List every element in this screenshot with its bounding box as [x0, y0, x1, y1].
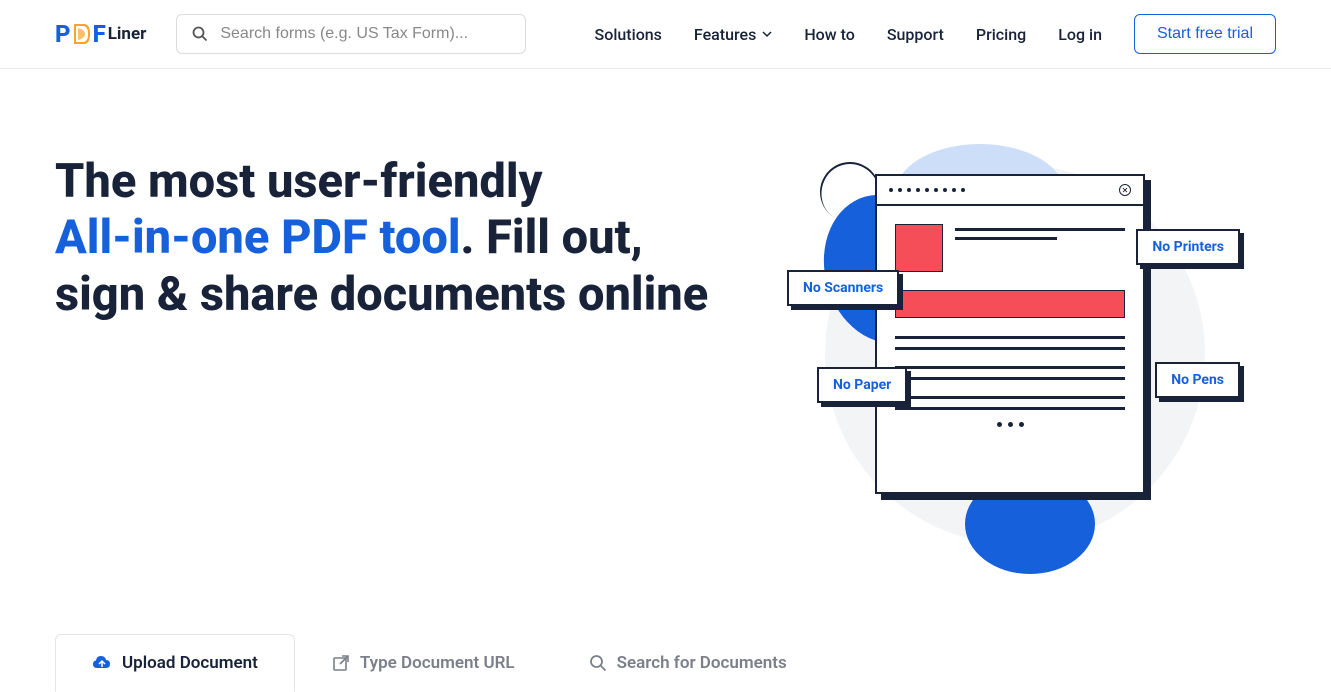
tab-search-documents[interactable]: Search for Documents	[552, 634, 824, 692]
hero: The most user-friendly All-in-one PDF to…	[0, 69, 1331, 574]
tab-search-label: Search for Documents	[617, 653, 787, 673]
tab-url-label: Type Document URL	[360, 653, 515, 673]
badge-no-scanners: No Scanners	[787, 270, 899, 306]
nav-login[interactable]: Log in	[1058, 25, 1102, 44]
nav-features[interactable]: Features	[694, 25, 772, 44]
hero-line1: The most user-friendly	[55, 154, 543, 209]
tabs: Upload Document Type Document URL Search…	[55, 634, 1276, 692]
badge-no-paper: No Paper	[817, 367, 907, 403]
nav-solutions[interactable]: Solutions	[595, 25, 662, 44]
logo-text-liner: Liner	[108, 24, 147, 44]
document-illustration: ✕	[875, 174, 1145, 494]
badge-no-pens: No Pens	[1155, 362, 1240, 398]
hero-title: The most user-friendly All-in-one PDF to…	[55, 154, 755, 323]
tab-type-url[interactable]: Type Document URL	[295, 634, 552, 692]
search-box[interactable]	[176, 14, 526, 54]
logo[interactable]: P F Liner	[55, 20, 146, 48]
search-icon	[192, 26, 208, 42]
nav-pricing[interactable]: Pricing	[976, 25, 1026, 44]
chevron-down-icon	[762, 29, 772, 39]
logo-letter-p: P	[55, 20, 71, 48]
tab-upload-document[interactable]: Upload Document	[55, 634, 295, 692]
search-icon	[589, 654, 607, 672]
hero-illustration: ✕ No Scanners	[795, 154, 1235, 554]
hero-line3: sign & share documents online	[55, 267, 708, 322]
close-icon: ✕	[1119, 184, 1131, 196]
nav-howto[interactable]: How to	[804, 25, 855, 44]
header: P F Liner Solutions Features How to Supp…	[0, 0, 1331, 69]
hero-line2: . Fill out,	[461, 210, 643, 265]
cloud-upload-icon	[92, 654, 112, 672]
doc-red-square	[895, 224, 943, 272]
hero-highlight: All-in-one PDF tool	[55, 210, 461, 265]
nav-support[interactable]: Support	[887, 25, 944, 44]
logo-letter-f: F	[93, 20, 106, 48]
logo-icon-d	[72, 22, 92, 46]
external-link-icon	[332, 654, 350, 672]
start-trial-button[interactable]: Start free trial	[1134, 14, 1276, 54]
hero-text: The most user-friendly All-in-one PDF to…	[55, 154, 755, 323]
tab-upload-label: Upload Document	[122, 653, 258, 673]
search-input[interactable]	[220, 25, 510, 43]
badge-no-printers: No Printers	[1136, 229, 1240, 265]
doc-red-bar	[895, 290, 1125, 318]
doc-toolbar: ✕	[877, 176, 1143, 206]
nav: Solutions Features How to Support Pricin…	[595, 14, 1276, 54]
